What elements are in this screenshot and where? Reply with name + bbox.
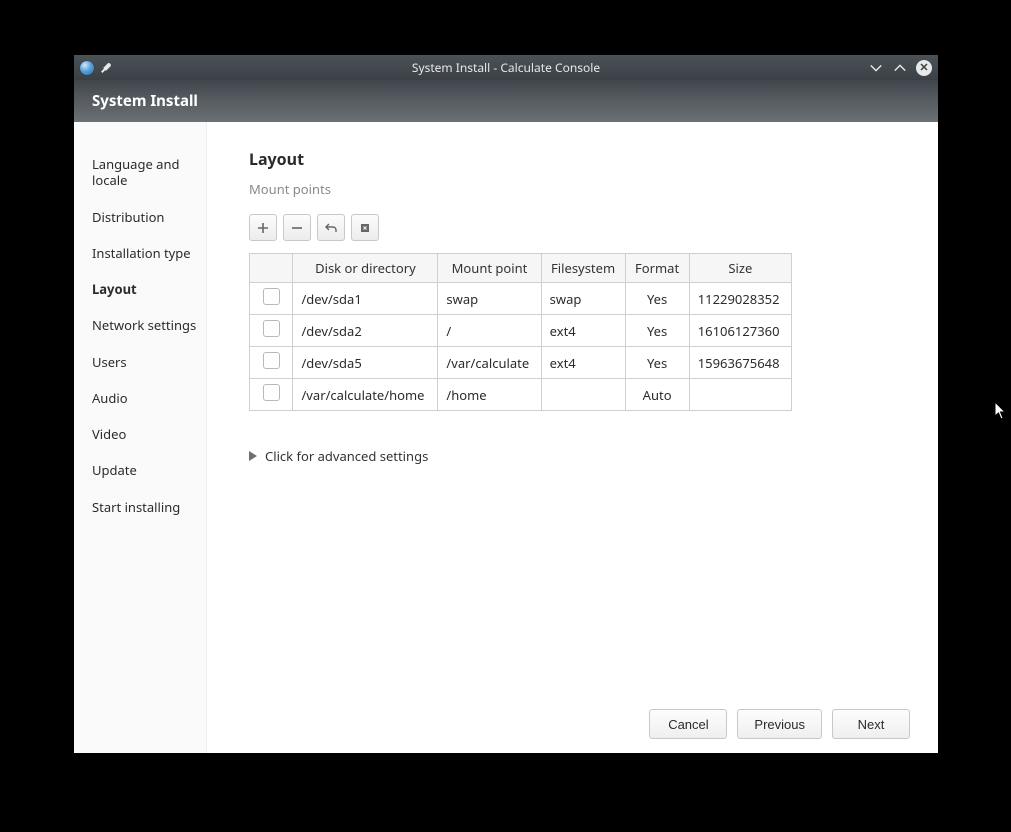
cell-disk[interactable]: /dev/sda5 xyxy=(293,347,438,379)
sidebar-item-language[interactable]: Language and locale xyxy=(92,146,206,199)
cell-disk[interactable]: /dev/sda2 xyxy=(293,315,438,347)
cell-size[interactable]: 11229028352 xyxy=(689,283,791,315)
minimize-button[interactable] xyxy=(868,60,884,76)
titlebar-left xyxy=(80,61,112,75)
table-row[interactable]: /var/calculate/home /home Auto xyxy=(250,379,792,411)
table-row[interactable]: /dev/sda2 / ext4 Yes 16106127360 xyxy=(250,315,792,347)
cell-format[interactable]: Yes xyxy=(625,283,689,315)
page-title: Layout xyxy=(249,148,910,170)
advanced-settings-toggle[interactable]: Click for advanced settings xyxy=(249,447,910,465)
remove-row-button[interactable] xyxy=(283,214,311,241)
cell-disk[interactable]: /var/calculate/home xyxy=(293,379,438,411)
main-panel: Layout Mount points xyxy=(207,122,938,753)
col-disk[interactable]: Disk or directory xyxy=(293,254,438,283)
footer-buttons: Cancel Previous Next xyxy=(249,695,910,739)
sidebar-item-network[interactable]: Network settings xyxy=(92,307,206,343)
table-toolbar xyxy=(249,214,910,241)
sidebar-item-layout[interactable]: Layout xyxy=(92,271,206,307)
app-icon xyxy=(80,61,94,75)
titlebar[interactable]: System Install - Calculate Console ✕ xyxy=(74,55,938,80)
sidebar-item-video[interactable]: Video xyxy=(92,416,206,452)
next-button[interactable]: Next xyxy=(832,709,910,739)
cell-fs[interactable]: ext4 xyxy=(541,347,625,379)
sidebar-item-update[interactable]: Update xyxy=(92,452,206,488)
mouse-cursor-icon xyxy=(994,401,1008,421)
previous-button[interactable]: Previous xyxy=(737,709,822,739)
triangle-right-icon xyxy=(249,451,257,461)
col-format[interactable]: Format xyxy=(625,254,689,283)
cell-mount[interactable]: /home xyxy=(438,379,541,411)
table-row[interactable]: /dev/sda1 swap swap Yes 11229028352 xyxy=(250,283,792,315)
cell-fs[interactable]: swap xyxy=(541,283,625,315)
row-checkbox[interactable] xyxy=(263,384,280,401)
row-checkbox[interactable] xyxy=(263,288,280,305)
sidebar-item-start-installing[interactable]: Start installing xyxy=(92,489,206,525)
cell-disk[interactable]: /dev/sda1 xyxy=(293,283,438,315)
cell-format[interactable]: Yes xyxy=(625,315,689,347)
sidebar-item-installation-type[interactable]: Installation type xyxy=(92,235,206,271)
header-title: System Install xyxy=(92,91,198,111)
table-header-row: Disk or directory Mount point Filesystem… xyxy=(250,254,792,283)
cell-mount[interactable]: /var/calculate xyxy=(438,347,541,379)
mount-table: Disk or directory Mount point Filesystem… xyxy=(249,253,792,411)
maximize-button[interactable] xyxy=(892,60,908,76)
page-subtitle: Mount points xyxy=(249,180,910,198)
cell-mount[interactable]: / xyxy=(438,315,541,347)
close-button[interactable]: ✕ xyxy=(916,60,932,76)
body: Language and locale Distribution Install… xyxy=(74,122,938,753)
cell-size[interactable]: 16106127360 xyxy=(689,315,791,347)
cell-mount[interactable]: swap xyxy=(438,283,541,315)
row-checkbox[interactable] xyxy=(263,352,280,369)
add-row-button[interactable] xyxy=(249,214,277,241)
cell-format[interactable]: Auto xyxy=(625,379,689,411)
window-title: System Install - Calculate Console xyxy=(74,59,938,76)
undo-button[interactable] xyxy=(317,214,345,241)
header-band: System Install xyxy=(74,80,938,122)
advanced-settings-label: Click for advanced settings xyxy=(265,447,428,465)
titlebar-controls: ✕ xyxy=(868,60,932,76)
clear-button[interactable] xyxy=(351,214,379,241)
cell-fs[interactable] xyxy=(541,379,625,411)
col-fs[interactable]: Filesystem xyxy=(541,254,625,283)
table-row[interactable]: /dev/sda5 /var/calculate ext4 Yes 159636… xyxy=(250,347,792,379)
sidebar-item-audio[interactable]: Audio xyxy=(92,380,206,416)
sidebar-item-users[interactable]: Users xyxy=(92,344,206,380)
col-mount[interactable]: Mount point xyxy=(438,254,541,283)
installer-window: System Install - Calculate Console ✕ Sys… xyxy=(74,55,938,753)
sidebar: Language and locale Distribution Install… xyxy=(74,122,207,753)
col-checkbox xyxy=(250,254,293,283)
cell-size[interactable]: 15963675648 xyxy=(689,347,791,379)
cell-format[interactable]: Yes xyxy=(625,347,689,379)
cell-size[interactable] xyxy=(689,379,791,411)
col-size[interactable]: Size xyxy=(689,254,791,283)
cell-fs[interactable]: ext4 xyxy=(541,315,625,347)
row-checkbox[interactable] xyxy=(263,320,280,337)
pin-icon[interactable] xyxy=(98,59,115,76)
cancel-button[interactable]: Cancel xyxy=(649,709,727,739)
sidebar-item-distribution[interactable]: Distribution xyxy=(92,199,206,235)
